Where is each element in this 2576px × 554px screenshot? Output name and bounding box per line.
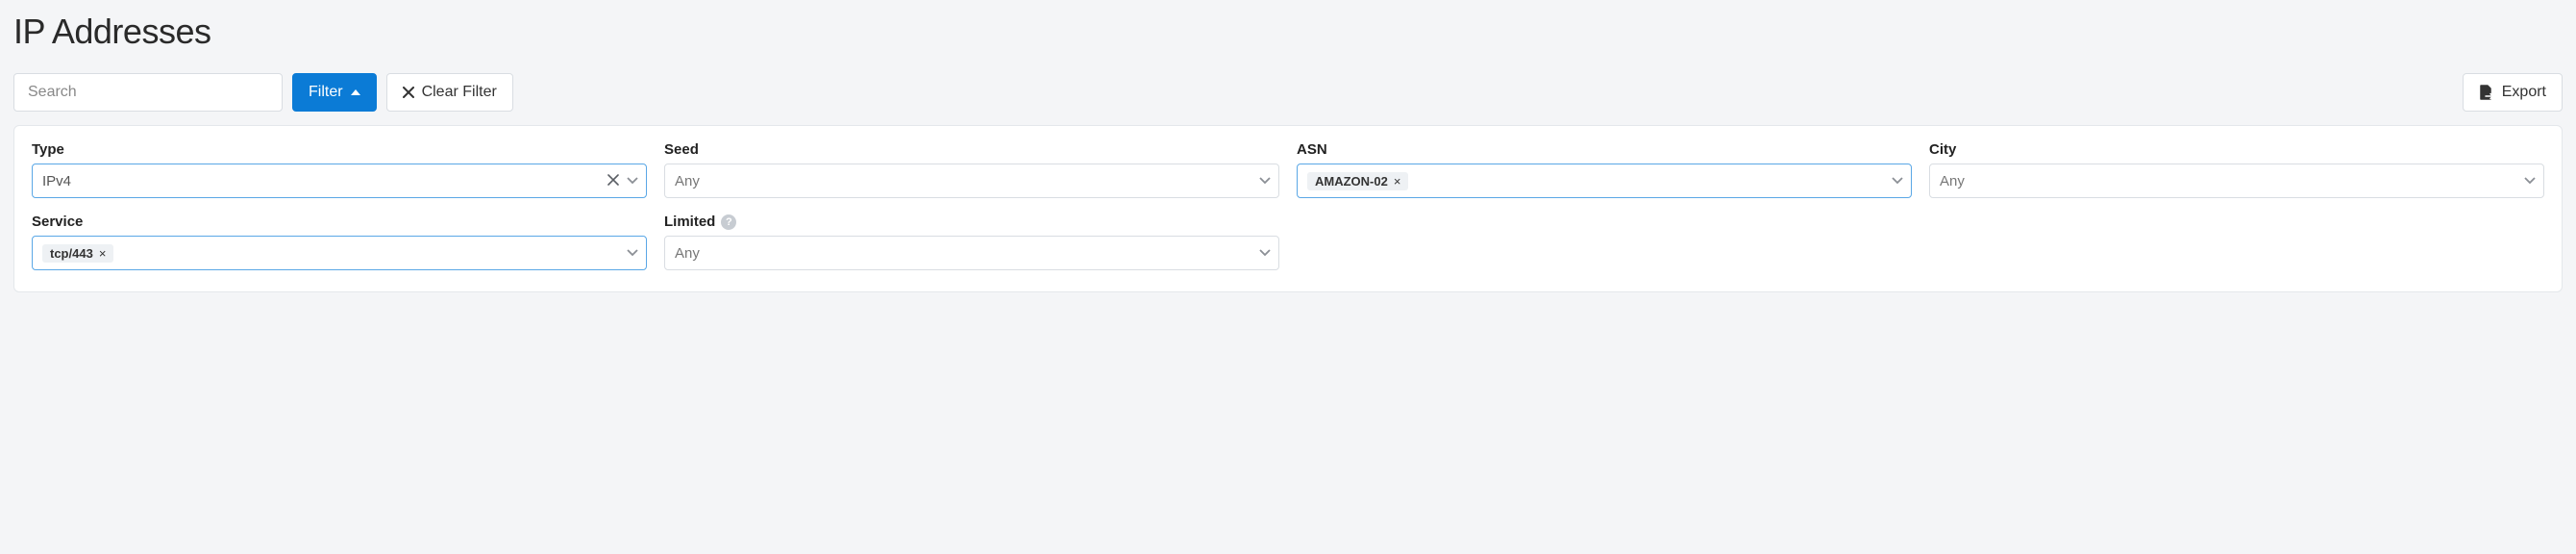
- asn-label: ASN: [1297, 141, 1912, 158]
- chevron-down-icon: [1259, 177, 1271, 185]
- type-select[interactable]: IPv4: [32, 164, 647, 198]
- service-label: Service: [32, 214, 647, 230]
- filter-panel: Type IPv4 Seed Any: [13, 125, 2563, 292]
- service-value: tcp/443 ×: [42, 244, 627, 263]
- field-type: Type IPv4: [32, 141, 647, 198]
- clear-filter-button[interactable]: Clear Filter: [386, 73, 513, 112]
- help-icon[interactable]: ?: [721, 214, 736, 230]
- type-value: IPv4: [42, 173, 606, 189]
- asn-chip-label: AMAZON-02: [1315, 174, 1388, 189]
- service-chip-remove-icon[interactable]: ×: [99, 246, 107, 261]
- chevron-down-icon: [1259, 249, 1271, 257]
- chevron-down-icon: [2524, 177, 2536, 185]
- filter-empty-cell: [1929, 214, 2544, 270]
- field-city: City Any: [1929, 141, 2544, 198]
- chevron-down-icon: [1892, 177, 1903, 185]
- limited-select[interactable]: Any: [664, 236, 1279, 270]
- limited-actions: [1259, 249, 1271, 257]
- service-chip-label: tcp/443: [50, 246, 93, 261]
- filter-button[interactable]: Filter: [292, 73, 377, 112]
- caret-up-icon: [351, 89, 360, 95]
- type-clear-icon[interactable]: [606, 171, 621, 191]
- export-label: Export: [2502, 84, 2546, 101]
- close-icon: [403, 87, 414, 98]
- field-service: Service tcp/443 ×: [32, 214, 647, 270]
- chevron-down-icon: [627, 249, 638, 257]
- asn-value: AMAZON-02 ×: [1307, 172, 1892, 190]
- seed-select[interactable]: Any: [664, 164, 1279, 198]
- asn-chip-remove-icon[interactable]: ×: [1394, 174, 1401, 189]
- service-select[interactable]: tcp/443 ×: [32, 236, 647, 270]
- field-asn: ASN AMAZON-02 ×: [1297, 141, 1912, 198]
- seed-label: Seed: [664, 141, 1279, 158]
- clear-filter-label: Clear Filter: [422, 84, 497, 101]
- chevron-down-icon: [627, 177, 638, 185]
- seed-value: Any: [675, 173, 1259, 189]
- asn-chip: AMAZON-02 ×: [1307, 172, 1408, 190]
- field-limited: Limited ? Any: [664, 214, 1279, 270]
- filter-button-label: Filter: [309, 84, 343, 101]
- limited-value: Any: [675, 245, 1259, 262]
- service-actions: [627, 249, 638, 257]
- filter-row-1: Type IPv4 Seed Any: [32, 141, 2544, 198]
- asn-select[interactable]: AMAZON-02 ×: [1297, 164, 1912, 198]
- city-actions: [2524, 177, 2536, 185]
- city-label: City: [1929, 141, 2544, 158]
- city-value: Any: [1940, 173, 2524, 189]
- filter-row-2: Service tcp/443 × Limited ?: [32, 214, 2544, 270]
- export-button[interactable]: Export: [2463, 73, 2563, 112]
- asn-actions: [1892, 177, 1903, 185]
- limited-label: Limited ?: [664, 214, 1279, 230]
- service-chip: tcp/443 ×: [42, 244, 113, 263]
- page-title: IP Addresses: [13, 12, 2563, 52]
- field-seed: Seed Any: [664, 141, 1279, 198]
- type-label: Type: [32, 141, 647, 158]
- city-select[interactable]: Any: [1929, 164, 2544, 198]
- filter-empty-cell: [1297, 214, 1912, 270]
- search-input[interactable]: [13, 73, 283, 112]
- limited-label-text: Limited: [664, 214, 715, 230]
- export-icon: [2479, 85, 2494, 100]
- seed-actions: [1259, 177, 1271, 185]
- type-actions: [606, 171, 638, 191]
- toolbar: Filter Clear Filter Export: [13, 73, 2563, 112]
